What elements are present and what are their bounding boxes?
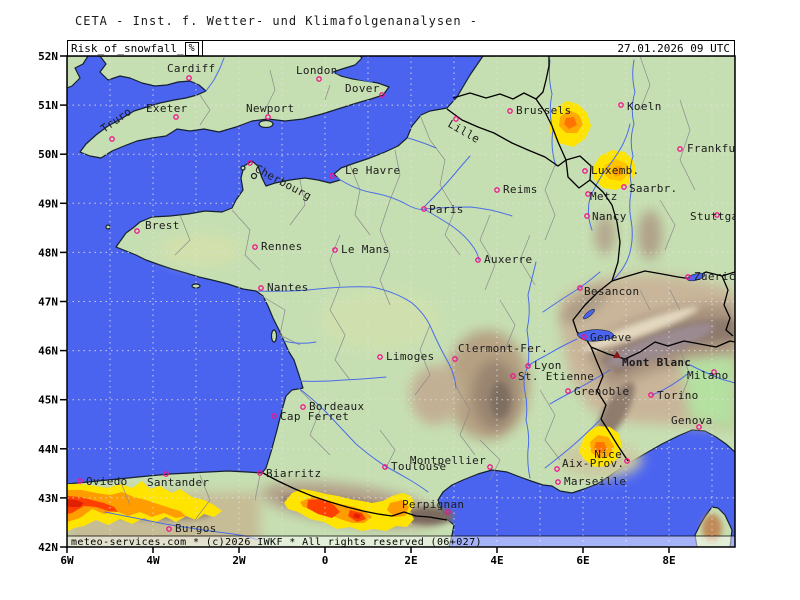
weather-map-page: CETA - Inst. f. Wetter- und Klimafolgena… <box>0 0 800 600</box>
copyright-bar: meteo-services.com * (c)2026 IWKF * All … <box>67 536 735 548</box>
city-label: Oviedo <box>86 475 128 488</box>
lon-label: 4W <box>146 554 160 567</box>
city-label: Montpellier <box>410 454 486 467</box>
lat-label: 44N <box>38 443 58 456</box>
city: Le Mans <box>333 243 390 256</box>
lon-label: 8E <box>662 554 675 567</box>
city-label: Milano <box>687 369 729 382</box>
city-label: Limoges <box>386 350 434 363</box>
city-label: Santander <box>147 476 209 489</box>
city-label: Geneve <box>590 331 632 344</box>
city-label: Perpignan <box>402 498 464 511</box>
lat-label: 50N <box>38 148 58 161</box>
peak-label: Mont Blanc <box>622 356 691 369</box>
city: Besancon <box>578 285 640 298</box>
lon-label: 6W <box>60 554 74 567</box>
map-canvas: TruroExeterCardiffLondonNewportDoverLe H… <box>0 0 800 600</box>
lon-label: 2W <box>232 554 246 567</box>
city: Brussels <box>508 104 572 117</box>
lon-label: 4E <box>490 554 503 567</box>
city-label: Stuttgart <box>690 210 752 223</box>
city-label: Brest <box>145 219 180 232</box>
city-label: Cardiff <box>167 62 215 75</box>
city: St. Etienne <box>511 370 594 383</box>
city: Torino <box>649 389 699 402</box>
city-label: Genova <box>671 414 713 427</box>
lat-label: 48N <box>38 246 58 259</box>
city: Limoges <box>378 350 435 363</box>
city-label: Marseille <box>564 475 626 488</box>
city-label: Auxerre <box>484 253 532 266</box>
city-label: Besancon <box>584 285 639 298</box>
city: Frankfurt <box>678 142 750 155</box>
city-label: Luxemb. <box>591 164 639 177</box>
city-label: Brussels <box>516 104 571 117</box>
city: Rennes <box>253 240 303 253</box>
city-label: Rennes <box>261 240 303 253</box>
lat-label: 47N <box>38 296 58 309</box>
city-label: Nice <box>594 448 622 461</box>
city: Burgos <box>167 522 217 535</box>
city-label: Burgos <box>175 522 217 535</box>
city: Zuerich <box>686 270 743 283</box>
city-label: Le Havre <box>345 164 400 177</box>
city: Saarbr. <box>622 182 678 195</box>
city: Nancy <box>585 210 627 223</box>
lat-label: 45N <box>38 394 58 407</box>
city: Stuttgart <box>690 210 752 223</box>
city: Geneve <box>582 331 632 344</box>
lat-label: 42N <box>38 541 58 554</box>
city-label: Le Mans <box>341 243 389 256</box>
city: Metz <box>586 190 618 203</box>
city-label: Nantes <box>267 281 309 294</box>
city: Milano <box>687 369 729 382</box>
city: Biarritz <box>258 467 322 480</box>
lon-label: 0 <box>322 554 329 567</box>
city: Oviedo <box>78 475 128 488</box>
city: Dover <box>345 82 384 97</box>
city-label: St. Etienne <box>518 370 594 383</box>
city-label: Grenoble <box>574 385 629 398</box>
city-label: Reims <box>503 183 538 196</box>
lat-label: 49N <box>38 197 58 210</box>
lat-label: 46N <box>38 345 58 358</box>
city: Marseille <box>556 475 627 488</box>
city-label: Frankfurt <box>687 142 749 155</box>
city: Paris <box>422 203 464 216</box>
city-label: Newport <box>246 102 294 115</box>
city-label: London <box>296 64 338 77</box>
city-label: Metz <box>590 190 618 203</box>
city: Cap Ferret <box>272 410 349 423</box>
city: Nantes <box>259 281 309 294</box>
city: Luxemb. <box>583 164 640 177</box>
city: Genova <box>671 414 713 429</box>
city-label: Paris <box>429 203 464 216</box>
city-label: Exeter <box>146 102 188 115</box>
city: Grenoble <box>566 385 630 398</box>
city-label: Koeln <box>627 100 662 113</box>
lon-label: 2E <box>404 554 417 567</box>
city: Montpellier <box>410 454 492 469</box>
lat-label: 51N <box>38 99 58 112</box>
lat-label: 43N <box>38 492 58 505</box>
city-label: Nancy <box>592 210 627 223</box>
city-label: Dover <box>345 82 380 95</box>
city-label: Saarbr. <box>629 182 677 195</box>
city-label: Torino <box>657 389 699 402</box>
lat-label: 52N <box>38 50 58 63</box>
lon-label: 6E <box>576 554 589 567</box>
city-label: Biarritz <box>266 467 321 480</box>
city: Auxerre <box>476 253 533 266</box>
city-label: Cap Ferret <box>280 410 349 423</box>
city-label: Clermont-Fer. <box>458 342 548 355</box>
